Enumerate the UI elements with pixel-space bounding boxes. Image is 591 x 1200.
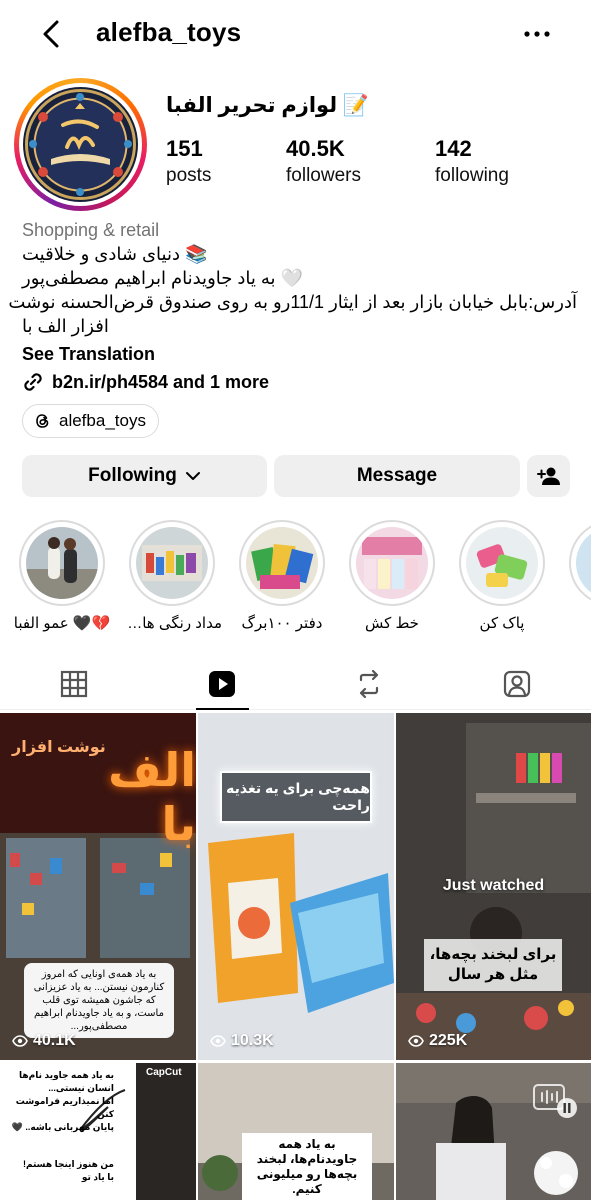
top-bar: alefba_toys bbox=[0, 0, 591, 72]
more-options-icon[interactable] bbox=[519, 22, 555, 46]
eye-icon bbox=[210, 1035, 226, 1047]
threads-handle: alefba_toys bbox=[59, 411, 146, 430]
chevron-down-icon bbox=[185, 472, 200, 480]
view-count-text: 225K bbox=[429, 1032, 468, 1049]
threads-badge[interactable]: alefba_toys bbox=[22, 404, 159, 438]
highlight-3[interactable]: دفتر ۱۰۰برگ bbox=[232, 520, 332, 632]
just-watched-label: Just watched bbox=[442, 877, 545, 894]
highlight-label: دفتر ۱۰۰برگ bbox=[241, 615, 323, 632]
reel-overlay-text: به یاد همه جاویدنام‌ها، لبخند بچه‌ها رو … bbox=[242, 1133, 372, 1200]
profile-category: Shopping & retail bbox=[22, 220, 160, 240]
posts-count: 151 bbox=[166, 136, 203, 161]
profile-bio: Shopping & retail 📚 دنیای شادی و خلاقیت … bbox=[8, 218, 577, 394]
eye-icon bbox=[408, 1035, 424, 1047]
highlight-thumb bbox=[136, 527, 208, 599]
reel-overlay-text: همه‌چی برای یه تغذیه راحت bbox=[220, 771, 372, 823]
following-label: following bbox=[435, 165, 509, 186]
bio-link-text: b2n.ir/ph4584 and 1 more bbox=[52, 372, 270, 392]
reel-tile[interactable]: به یاد همه جاویدنام‌ها، لبخند بچه‌ها رو … bbox=[198, 1063, 394, 1200]
reel-text-line: انسان نیستی... bbox=[48, 1083, 114, 1093]
bio-link[interactable]: b2n.ir/ph4584 and 1 more bbox=[22, 370, 577, 394]
highlight-5[interactable]: پاک کن bbox=[452, 520, 552, 632]
reel-text-line: با یاد تو bbox=[81, 1172, 114, 1182]
view-count-text: 10.3K bbox=[231, 1032, 274, 1049]
reel-tile[interactable] bbox=[396, 1063, 591, 1200]
followers-count: 40.5K bbox=[286, 136, 345, 161]
reel-caption: به یاد همه‌ی اونایی که امروز کنارمون نیس… bbox=[24, 963, 174, 1038]
highlight-label: 💔🖤 عمو الفبا bbox=[13, 615, 111, 632]
link-icon bbox=[24, 373, 42, 391]
view-count: 40.1K bbox=[12, 1032, 76, 1050]
reel-tile[interactable]: CapCut به یاد همه جاوید نام‌ها انسان نیس… bbox=[0, 1063, 196, 1200]
reel-tile[interactable]: همه‌چی برای یه تغذیه راحت 10.3K bbox=[198, 713, 394, 1060]
bio-line-1: 📚 دنیای شادی و خلاقیت bbox=[22, 244, 208, 264]
reel-text-line: من هنوز اینجا هستم! bbox=[22, 1159, 114, 1169]
add-person-icon bbox=[536, 467, 560, 485]
eye-icon bbox=[12, 1035, 28, 1047]
following-button-label: Following bbox=[88, 465, 177, 486]
highlight-label: ... bbox=[562, 614, 591, 631]
story-highlights: 💔🖤 عمو الفبا مداد رنگی هام... دفتر ۱۰۰بر… bbox=[0, 520, 591, 640]
view-count: 225K bbox=[408, 1032, 467, 1050]
highlight-4[interactable]: خط کش bbox=[342, 520, 442, 632]
threads-icon bbox=[36, 414, 49, 428]
bio-line-4: افزار الف با bbox=[22, 316, 109, 336]
capcut-badge: CapCut bbox=[146, 1067, 182, 1078]
profile-tabs bbox=[0, 660, 591, 710]
reels-grid: نوشت افزار الف با به یاد همه‌ی اونایی که… bbox=[0, 713, 591, 1200]
posts-stat[interactable]: 151 posts bbox=[166, 136, 211, 187]
highlight-thumb bbox=[26, 527, 98, 599]
active-tab-indicator bbox=[196, 708, 249, 710]
following-count: 142 bbox=[435, 136, 472, 161]
reels-icon[interactable] bbox=[206, 668, 238, 700]
message-button-label: Message bbox=[356, 465, 438, 486]
back-arrow-icon[interactable] bbox=[36, 18, 66, 50]
tagged-icon[interactable] bbox=[501, 668, 533, 700]
view-count-text: 40.1K bbox=[33, 1032, 76, 1049]
highlight-2[interactable]: مداد رنگی هام... bbox=[122, 520, 222, 632]
view-count: 10.3K bbox=[210, 1032, 274, 1050]
see-translation-link[interactable]: See Translation bbox=[22, 342, 577, 366]
reel-text-line: پایان مهربانی باشه.. 🖤 bbox=[11, 1122, 114, 1132]
followers-stat[interactable]: 40.5K followers bbox=[286, 136, 361, 187]
followers-label: followers bbox=[286, 165, 361, 186]
reel-tile[interactable]: Just watched برای لبخند بچه‌ها، مثل هر س… bbox=[396, 713, 591, 1060]
reel-text-line: اما نمیذاریم فراموشت کنن bbox=[15, 1096, 114, 1119]
grid-icon[interactable] bbox=[58, 668, 90, 700]
highlight-label: مداد رنگی هام... bbox=[122, 615, 222, 632]
highlight-label: خط کش bbox=[365, 615, 419, 632]
reel-overlay-text: برای لبخند بچه‌ها، مثل هر سال bbox=[424, 939, 562, 991]
message-button[interactable]: Message bbox=[274, 455, 520, 497]
following-stat[interactable]: 142 following bbox=[435, 136, 509, 187]
highlight-thumb bbox=[576, 527, 591, 599]
highlight-thumb bbox=[246, 527, 318, 599]
reel-text-block: به یاد همه جاوید نام‌ها انسان نیستی... ا… bbox=[4, 1069, 114, 1184]
highlight-thumb bbox=[356, 527, 428, 599]
repost-icon[interactable] bbox=[353, 668, 385, 700]
pause-icon[interactable] bbox=[556, 1097, 578, 1119]
bio-line-2: 🤍 به یاد جاویدنام ابراهیم مصطفی‌پور bbox=[22, 268, 303, 288]
reel-tile[interactable]: نوشت افزار الف با به یاد همه‌ی اونایی که… bbox=[0, 713, 196, 1060]
bio-line-3: آدرس:بابل خیابان بازار بعد از ایثار 11/1… bbox=[8, 292, 577, 312]
profile-avatar bbox=[23, 87, 138, 202]
story-ring[interactable] bbox=[14, 78, 147, 211]
reel-text-line: به یاد همه جاوید نام‌ها bbox=[19, 1070, 114, 1080]
following-button[interactable]: Following bbox=[22, 455, 267, 497]
highlight-1[interactable]: 💔🖤 عمو الفبا bbox=[12, 520, 112, 632]
profile-display-name: لوازم تحریر الفبا 📝 bbox=[166, 94, 370, 117]
highlight-6[interactable]: ... bbox=[562, 520, 591, 631]
highlight-label: پاک کن bbox=[479, 615, 525, 632]
store-sign-big: الف با bbox=[108, 744, 196, 850]
highlight-thumb bbox=[466, 527, 538, 599]
posts-label: posts bbox=[166, 165, 212, 186]
suggested-people-button[interactable] bbox=[527, 455, 570, 497]
profile-username: alefba_toys bbox=[96, 17, 242, 47]
